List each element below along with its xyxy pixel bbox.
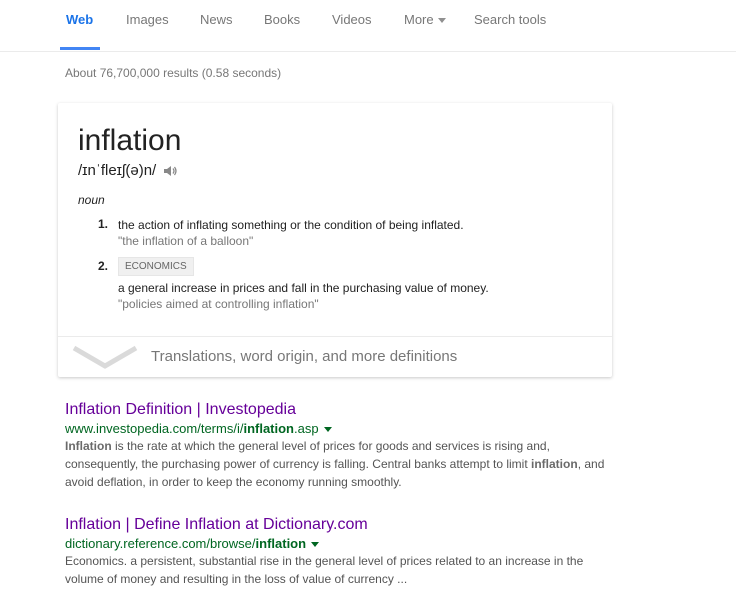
definition-card: inflation /ɪnˈfleɪʃ(ə)n/ noun 1. the act… xyxy=(58,103,612,377)
search-result: Inflation Definition | Investopedia www.… xyxy=(65,400,625,491)
pronunciation: /ɪnˈfleɪʃ(ə)n/ xyxy=(78,162,178,179)
tab-images[interactable]: Images xyxy=(126,12,169,27)
snippet-text: is the rate at which the general level o… xyxy=(65,439,550,471)
tab-news[interactable]: News xyxy=(200,12,233,27)
result-title-link[interactable]: Inflation | Define Inflation at Dictiona… xyxy=(65,515,625,535)
snippet-bold: Inflation xyxy=(65,439,112,453)
sense-text: the action of inflating something or the… xyxy=(118,218,464,232)
result-snippet: Inflation is the rate at which the gener… xyxy=(65,437,625,491)
url-options-caret-icon[interactable] xyxy=(323,427,332,433)
speaker-icon[interactable] xyxy=(162,163,178,179)
result-title-link[interactable]: Inflation Definition | Investopedia xyxy=(65,400,625,420)
result-url: www.investopedia.com/terms/i/inflation.a… xyxy=(65,420,625,437)
tab-web[interactable]: Web xyxy=(66,12,93,27)
more-menu[interactable]: More xyxy=(404,12,446,27)
more-definitions-button[interactable]: Translations, word origin, and more defi… xyxy=(58,337,612,377)
definition-word: inflation xyxy=(78,124,182,157)
search-nav-bar: Web Images News Books Videos More Search… xyxy=(0,0,736,52)
url-options-caret-icon[interactable] xyxy=(311,542,320,548)
snippet-text: Economics. a persistent, substantial ris… xyxy=(65,554,584,586)
url-bold: inflation xyxy=(243,421,294,436)
part-of-speech: noun xyxy=(78,193,105,207)
phonetic-text: /ɪnˈfleɪʃ(ə)n/ xyxy=(78,162,157,179)
tab-books[interactable]: Books xyxy=(264,12,300,27)
active-tab-indicator xyxy=(60,47,100,50)
sense-example: "policies aimed at controlling inflation… xyxy=(118,297,319,311)
more-definitions-label: Translations, word origin, and more defi… xyxy=(151,348,458,365)
url-prefix: dictionary.reference.com/browse/ xyxy=(65,536,256,551)
result-snippet: Economics. a persistent, substantial ris… xyxy=(65,552,625,588)
snippet-bold: inflation xyxy=(531,457,578,471)
url-prefix: www.investopedia.com/terms/i/ xyxy=(65,421,244,436)
search-tools-button[interactable]: Search tools xyxy=(474,12,546,27)
sense-text: a general increase in prices and fall in… xyxy=(118,281,489,295)
sense-number: 2. xyxy=(98,259,109,273)
more-menu-label: More xyxy=(404,12,434,27)
subject-label-badge: ECONOMICS xyxy=(118,257,194,276)
chevron-down-icon xyxy=(437,18,446,24)
tab-videos[interactable]: Videos xyxy=(332,12,372,27)
results-count: About 76,700,000 results (0.58 seconds) xyxy=(65,66,282,80)
search-result: Inflation | Define Inflation at Dictiona… xyxy=(65,515,625,588)
sense-number: 1. xyxy=(98,217,109,231)
result-url: dictionary.reference.com/browse/inflatio… xyxy=(65,535,625,552)
sense-example: "the inflation of a balloon" xyxy=(118,234,254,248)
search-results-page: Web Images News Books Videos More Search… xyxy=(0,0,736,609)
chevron-down-icon xyxy=(72,345,138,369)
url-suffix: .asp xyxy=(294,421,319,436)
url-bold: inflation xyxy=(255,536,307,551)
